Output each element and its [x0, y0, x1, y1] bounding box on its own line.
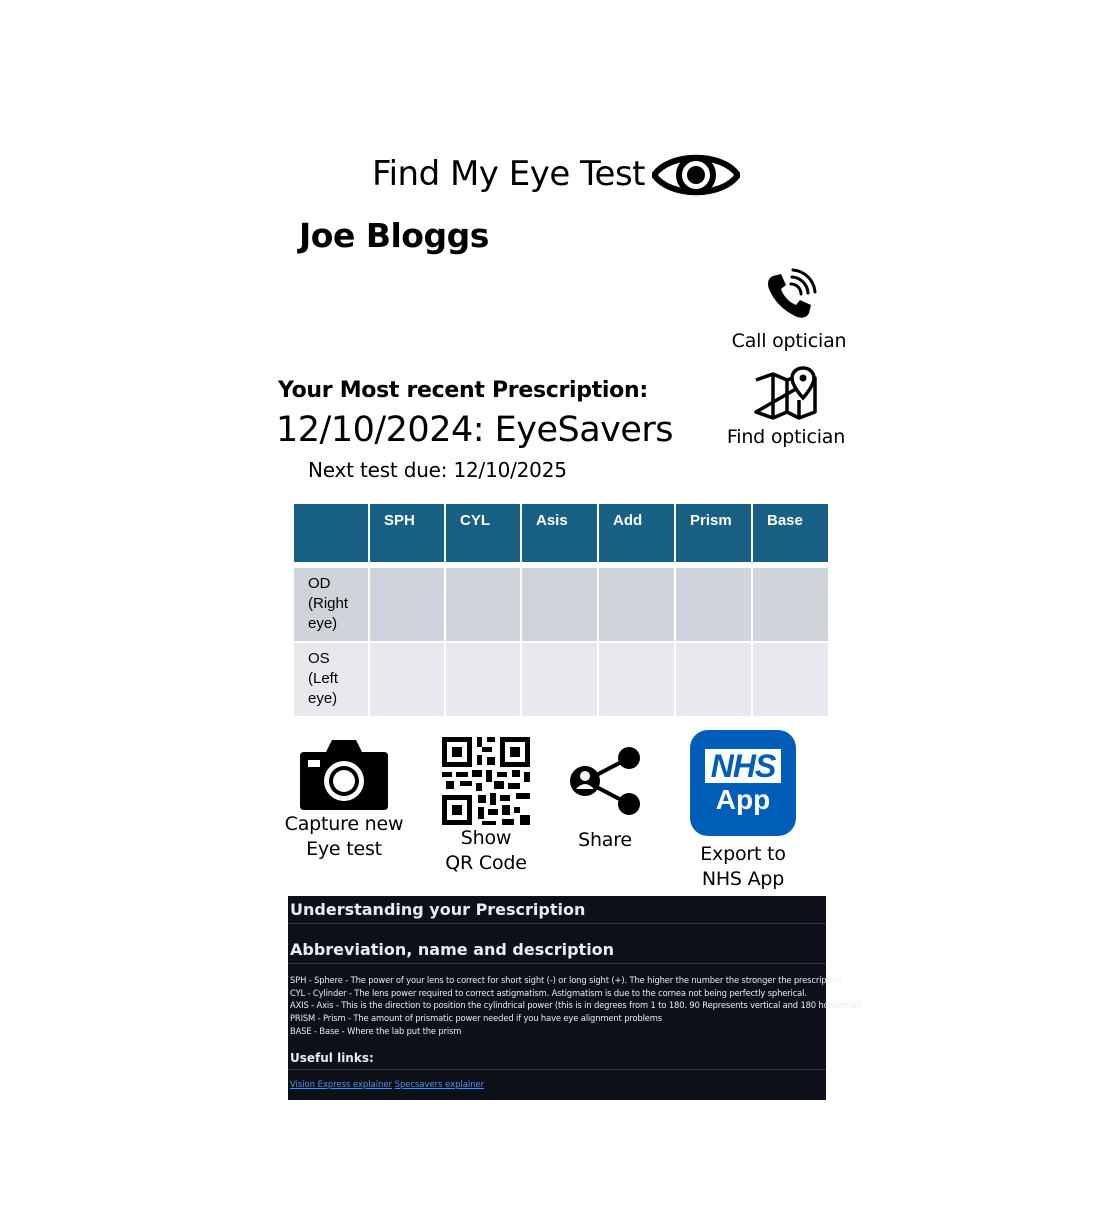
export-nhs-app-button[interactable]: NHS App Export to NHS App — [683, 730, 803, 892]
row-label: OD (Right eye) — [292, 566, 370, 643]
call-optician-label: Call optician — [731, 330, 847, 352]
table-cell — [751, 641, 830, 718]
phone-call-icon — [768, 268, 817, 318]
nhs-logo-text: NHS — [704, 749, 782, 783]
camera-icon — [300, 740, 388, 810]
find-optician-label: Find optician — [726, 426, 846, 448]
list-item: PRISM - Prism - The amount of prismatic … — [290, 1013, 663, 1024]
divider — [288, 923, 826, 924]
qr-code-icon — [442, 737, 530, 825]
capture-eye-test-button[interactable]: Capture new Eye test — [282, 738, 406, 862]
table-cell — [520, 641, 599, 718]
prescription-table: SPH CYL Asis Add Prism Base OD (Right ey… — [292, 502, 830, 718]
column-header-prism: Prism — [674, 502, 753, 564]
nhs-label-line1: Export to — [700, 843, 786, 865]
capture-label-line1: Capture new — [284, 813, 404, 835]
table-cell — [674, 566, 753, 643]
table-row-os: OS (Left eye) — [292, 641, 830, 718]
table-cell — [520, 566, 599, 643]
column-header-sph: SPH — [368, 502, 446, 564]
prescription-date: 12/10/2024: EyeSavers — [276, 410, 674, 450]
map-pin-icon — [754, 366, 817, 420]
call-optician-button[interactable]: Call optician — [722, 268, 856, 352]
user-name: Joe Bloggs — [299, 216, 489, 255]
divider — [288, 1069, 826, 1070]
qr-label-line1: Show — [460, 827, 512, 849]
column-header-add: Add — [597, 502, 676, 564]
table-row-od: OD (Right eye) — [292, 566, 830, 643]
column-header — [292, 502, 370, 564]
table-cell — [368, 566, 446, 643]
row-label: OS (Left eye) — [292, 641, 370, 718]
nhs-app-logo: NHS App — [690, 730, 796, 836]
nhs-app-text: App — [715, 784, 771, 815]
qr-label-line2: QR Code — [445, 852, 527, 874]
column-header-cyl: CYL — [444, 502, 522, 564]
table-cell — [444, 641, 522, 718]
useful-links: Vision Express explainer Specsavers expl… — [290, 1079, 484, 1089]
table-cell — [597, 566, 676, 643]
info-subtitle: Abbreviation, name and description — [290, 940, 615, 959]
list-item: BASE - Base - Where the lab put the pris… — [290, 1025, 462, 1036]
abbreviation-list: SPH - Sphere - The power of your lens to… — [290, 974, 862, 1038]
table-cell — [368, 641, 446, 718]
table-cell — [751, 566, 830, 643]
list-item: AXIS - Axis - This is the direction to p… — [290, 1000, 862, 1011]
column-header-base: Base — [751, 502, 830, 564]
prescription-heading: Your Most recent Prescription: — [278, 378, 648, 403]
useful-links-heading: Useful links: — [290, 1051, 374, 1065]
nhs-label-line2: NHS App — [701, 868, 785, 890]
list-item: SPH - Sphere - The power of your lens to… — [290, 975, 842, 985]
prescription-info-panel: Understanding your Prescription Abbrevia… — [288, 896, 862, 1100]
vision-express-link[interactable]: Vision Express explainer — [290, 1079, 392, 1089]
specsavers-link[interactable]: Specsavers explainer — [395, 1079, 484, 1089]
next-test-due: Next test due: 12/10/2025 — [308, 458, 567, 482]
share-icon — [570, 747, 640, 815]
column-header-axis: Asis — [520, 502, 599, 564]
share-button[interactable]: Share — [566, 746, 644, 853]
show-qr-code-button[interactable]: Show QR Code — [428, 737, 544, 876]
table-cell — [674, 641, 753, 718]
find-optician-button[interactable]: Find optician — [720, 366, 852, 448]
info-title: Understanding your Prescription — [290, 900, 586, 919]
table-header-row: SPH CYL Asis Add Prism Base — [292, 502, 830, 564]
eye-icon — [652, 154, 740, 196]
share-label: Share — [578, 829, 632, 851]
divider — [288, 963, 826, 964]
table-cell — [444, 566, 522, 643]
capture-label-line2: Eye test — [306, 838, 382, 860]
list-item: CYL - Cylinder - The lens power required… — [290, 987, 807, 998]
app-title: Find My Eye Test — [372, 154, 646, 194]
table-cell — [597, 641, 676, 718]
